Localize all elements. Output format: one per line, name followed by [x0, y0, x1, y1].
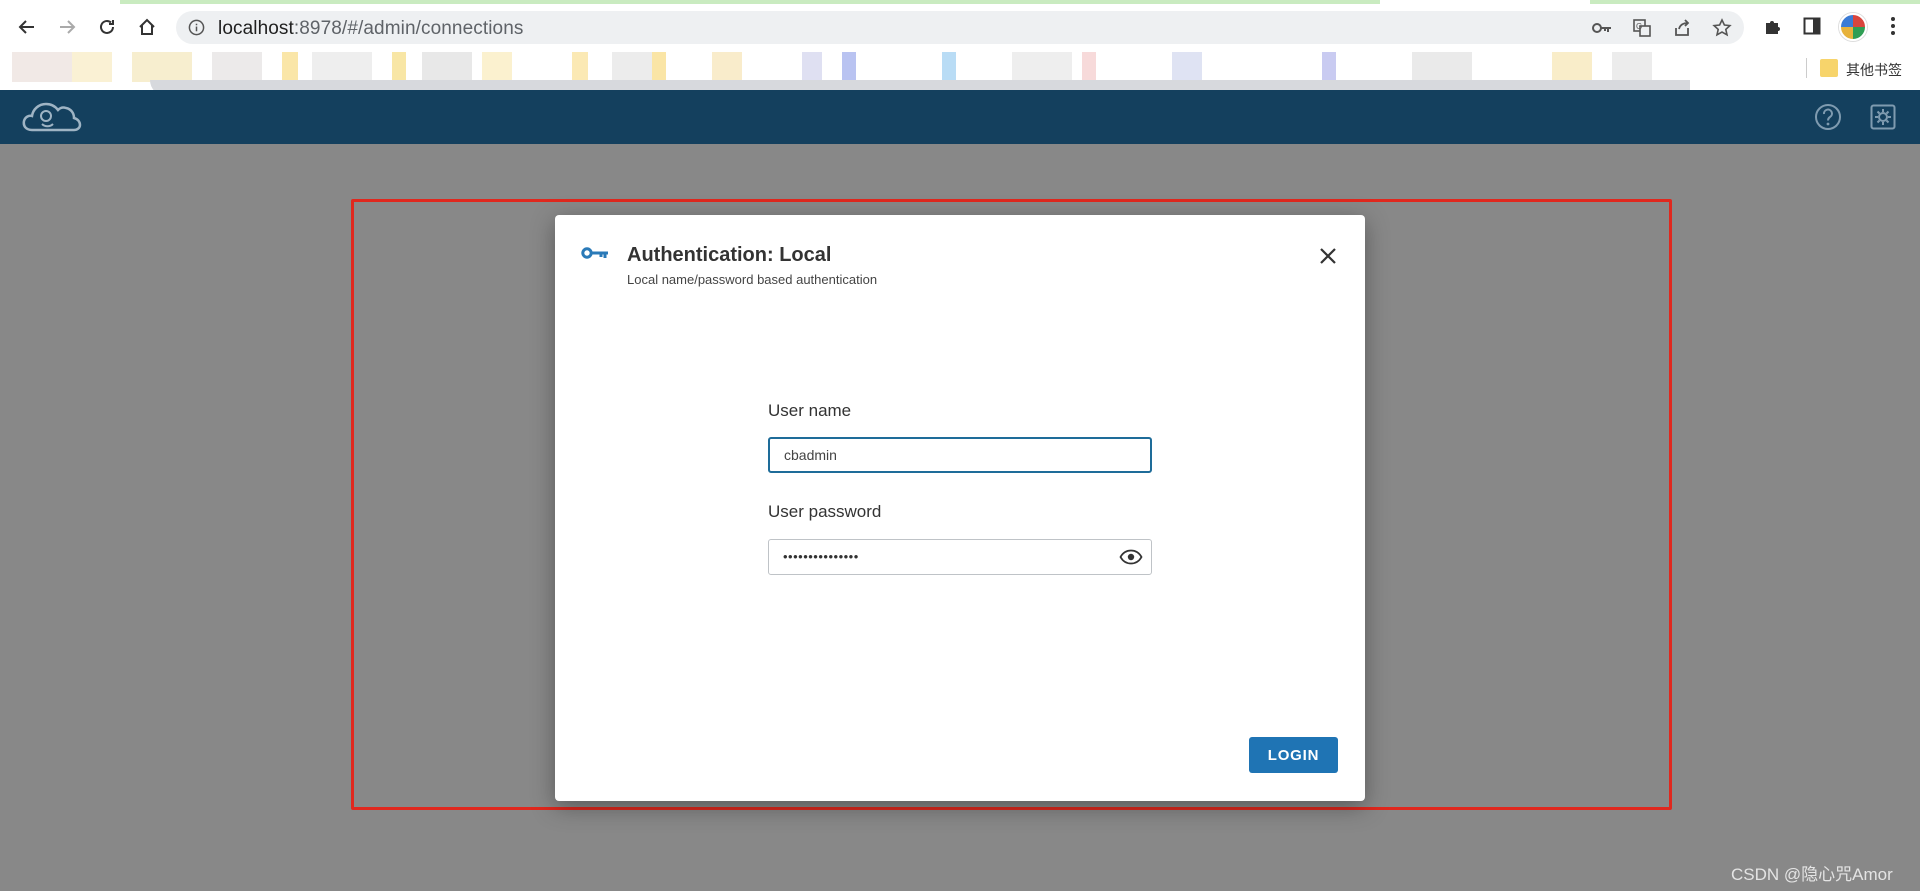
puzzle-icon [1766, 21, 1780, 34]
watermark: CSDN @隐心咒Amor [1731, 865, 1893, 884]
browser-menu-button[interactable] [1880, 12, 1906, 40]
auth-dialog: Authentication: Local Local name/passwor… [555, 215, 1365, 801]
bookmarks-separator [1806, 58, 1807, 78]
share-button[interactable] [1671, 17, 1693, 39]
reload-icon [100, 19, 114, 34]
url-text[interactable]: localhost:8978/#/admin/connections [218, 18, 524, 40]
key-icon [581, 247, 608, 259]
star-icon [1712, 18, 1732, 37]
dialog-title: Authentication: Local [627, 244, 832, 266]
page-load-strip [0, 0, 1920, 4]
login-button[interactable]: LOGIN [1249, 737, 1338, 773]
cloudbeaver-logo-icon[interactable] [22, 96, 82, 138]
back-button[interactable] [12, 12, 42, 42]
folder-icon [1820, 59, 1838, 77]
bookmarks-bar: 其他书签 [0, 52, 1920, 96]
reload-button[interactable] [92, 12, 122, 42]
arrow-left-icon [18, 20, 34, 34]
share-icon [1675, 19, 1690, 36]
show-password-button[interactable] [1119, 546, 1143, 568]
password-input[interactable]: ••••••••••••••• [783, 540, 859, 574]
app-header [0, 90, 1920, 144]
url-host: localhost [218, 18, 294, 39]
settings-button[interactable] [1868, 102, 1898, 132]
password-key-button[interactable] [1591, 17, 1613, 39]
other-bookmarks[interactable]: 其他书签 [1846, 60, 1902, 80]
profile-avatar[interactable] [1839, 13, 1867, 41]
translate-icon: G [1633, 19, 1651, 37]
username-label: User name [768, 401, 852, 420]
password-field[interactable]: ••••••••••••••• [768, 539, 1152, 575]
translate-button[interactable]: G [1631, 17, 1653, 39]
help-icon [1815, 104, 1841, 130]
url-path: :8978/#/admin/connections [293, 18, 524, 39]
close-icon [1320, 248, 1336, 264]
address-bar[interactable]: localhost:8978/#/admin/connections G [176, 11, 1744, 44]
home-button[interactable] [132, 12, 162, 42]
svg-text:G: G [1636, 22, 1642, 31]
info-icon[interactable] [188, 19, 205, 36]
password-label: User password [768, 502, 882, 521]
forward-button[interactable] [52, 12, 82, 42]
username-input[interactable] [784, 439, 1114, 471]
bookmark-star-button[interactable] [1711, 17, 1733, 39]
extensions-button[interactable] [1760, 12, 1786, 40]
eye-icon [1119, 549, 1143, 565]
close-dialog-button[interactable] [1315, 243, 1341, 269]
key-icon [1592, 23, 1611, 33]
home-icon [139, 18, 155, 35]
username-field[interactable] [768, 437, 1152, 473]
gear-icon [1870, 104, 1896, 130]
side-panel-button[interactable] [1799, 12, 1825, 40]
arrow-right-icon [60, 20, 76, 34]
dialog-subtitle: Local name/password based authentication [627, 272, 878, 287]
help-button[interactable] [1813, 102, 1843, 132]
more-vert-icon [1891, 17, 1895, 35]
side-panel-icon [1803, 17, 1821, 35]
